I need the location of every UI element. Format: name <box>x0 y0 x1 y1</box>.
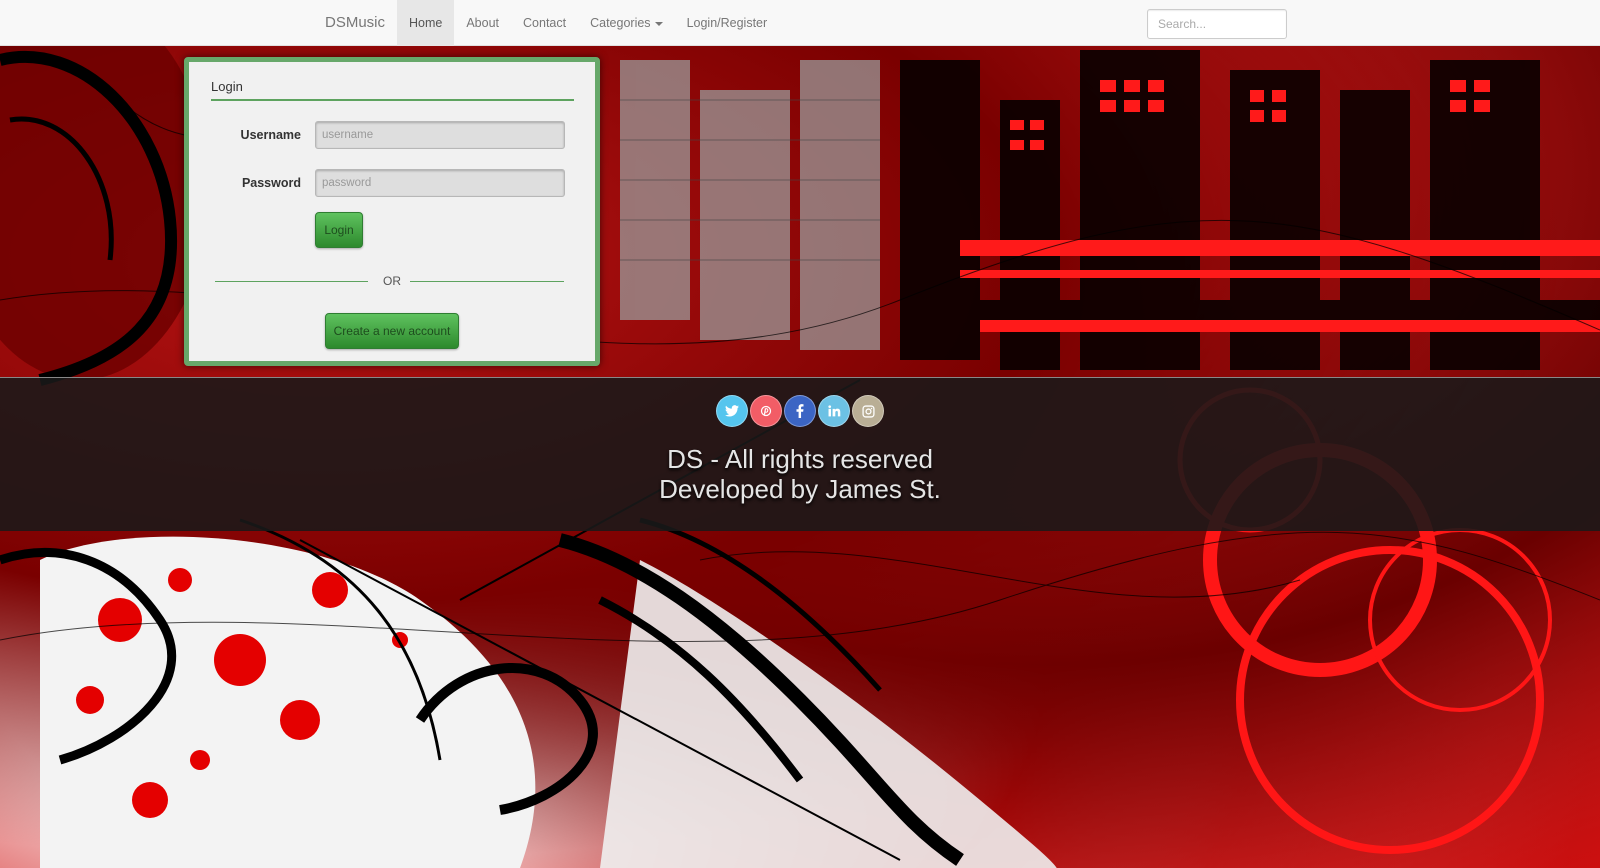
nav-home[interactable]: Home <box>397 0 455 46</box>
login-button[interactable]: Login <box>315 212 363 248</box>
username-input[interactable] <box>315 121 565 149</box>
password-label: Password <box>241 176 301 190</box>
nav-login-register[interactable]: Login/Register <box>675 0 780 46</box>
twitter-icon[interactable] <box>716 395 748 427</box>
instagram-icon[interactable] <box>852 395 884 427</box>
pinterest-icon[interactable] <box>750 395 782 427</box>
login-panel: Login Username Password Login OR Create … <box>184 57 600 366</box>
linkedin-icon[interactable] <box>818 395 850 427</box>
search-input[interactable] <box>1147 9 1287 39</box>
password-input[interactable] <box>315 169 565 197</box>
nav-contact[interactable]: Contact <box>511 0 578 46</box>
or-divider-right <box>410 281 564 282</box>
create-account-button[interactable]: Create a new account <box>325 313 459 349</box>
nav-categories-dropdown[interactable]: Categories <box>578 0 674 46</box>
footer-credits: DS - All rights reserved Developed by Ja… <box>0 444 1600 504</box>
nav-links: Home About Contact Categories Login/Regi… <box>397 0 779 46</box>
title-divider <box>211 99 574 101</box>
social-links <box>0 395 1600 427</box>
developer-credit: Developed by James St. <box>659 474 941 504</box>
facebook-icon[interactable] <box>784 395 816 427</box>
nav-about[interactable]: About <box>454 0 511 46</box>
footer: DS - All rights reserved Developed by Ja… <box>0 377 1600 531</box>
brand-logo[interactable]: DSMusic <box>325 14 385 31</box>
top-navbar: DSMusic Home About Contact Categories Lo… <box>0 0 1600 46</box>
login-title: Login <box>211 79 243 94</box>
nav-categories-label: Categories <box>590 16 651 30</box>
username-label: Username <box>240 128 301 142</box>
caret-down-icon <box>654 21 663 26</box>
copyright-text: DS - All rights reserved <box>667 444 933 474</box>
